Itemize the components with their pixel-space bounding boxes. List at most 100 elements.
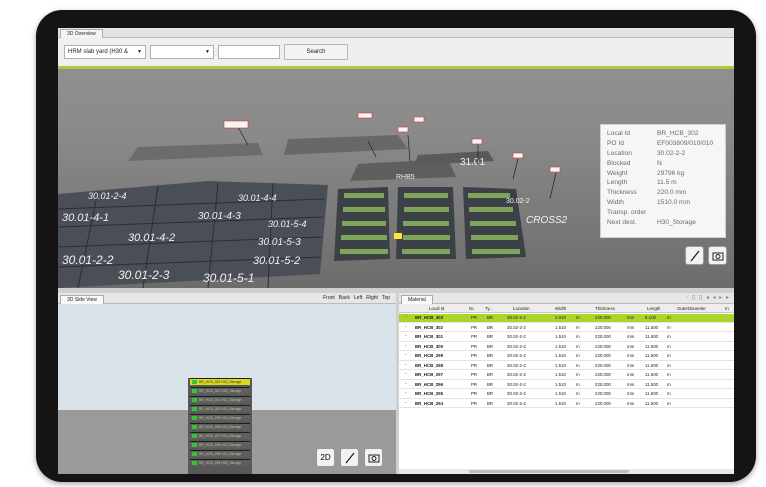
row-expander[interactable]: - bbox=[405, 381, 407, 388]
pager-controls[interactable]: ◦ ▯ ▯ ◂ ◂ ▸ ▸ bbox=[686, 294, 730, 303]
table-cell: 1.510 bbox=[555, 391, 566, 396]
horizontal-scrollbar[interactable] bbox=[399, 469, 734, 474]
table-cell: 11.500 bbox=[645, 353, 659, 358]
row-expander[interactable]: - bbox=[405, 333, 407, 340]
table-cell: PR bbox=[471, 315, 478, 320]
secondary-select[interactable]: ▼ bbox=[150, 45, 214, 59]
row-expander[interactable]: - bbox=[405, 314, 407, 321]
table-cell: BR bbox=[487, 372, 494, 377]
tab-3d-overview[interactable]: 3D Overview bbox=[60, 29, 103, 38]
table-cell: BR bbox=[487, 391, 494, 396]
view-top-button[interactable]: Top bbox=[382, 295, 390, 301]
column-header[interactable]: M.. bbox=[469, 304, 475, 313]
table-cell: 1.510 bbox=[555, 324, 566, 330]
camera-button[interactable] bbox=[708, 246, 727, 265]
stack-slab[interactable]: BR_HCB_295 H30_Storage bbox=[190, 450, 250, 457]
column-header[interactable]: Thickness bbox=[595, 304, 615, 313]
side-view-panel: 3D Side View Front Back Left Right Top BR_HC… bbox=[58, 293, 396, 474]
view-right-button[interactable]: Right bbox=[366, 295, 378, 301]
table-cell: 220.000 bbox=[595, 343, 611, 349]
info-row: Blocked N bbox=[607, 159, 662, 167]
table-cell: 1.510 bbox=[555, 353, 566, 358]
yard-select[interactable]: HRM slab yard (H30 & ▼ bbox=[64, 45, 146, 59]
brush-tool-button[interactable] bbox=[340, 448, 359, 467]
grid-label: 30.01-4-1 bbox=[62, 212, 109, 224]
table-cell: m bbox=[667, 381, 671, 387]
table-row[interactable]: - BR_HCB_295 PR BR 30.02-2-2 1.510 m 220.000 mm 1… bbox=[399, 390, 734, 399]
info-row: PO Id EF003809/010/010 bbox=[607, 139, 714, 147]
table-row[interactable]: - BR_HCB_303 PR BR 30.02-2-2 2.010 m 220.000 mm 8… bbox=[399, 314, 734, 323]
table-cell: 11.500 bbox=[645, 362, 659, 368]
view-left-button[interactable]: Left bbox=[354, 295, 362, 301]
column-header[interactable]: Location bbox=[513, 304, 530, 313]
row-expander[interactable]: - bbox=[405, 371, 407, 378]
toggle-2d-button[interactable]: 2D bbox=[316, 448, 335, 467]
info-row: Local Id BR_HCB_302 bbox=[607, 130, 699, 137]
row-expander[interactable]: - bbox=[405, 343, 407, 350]
search-button[interactable]: Search bbox=[284, 44, 348, 60]
row-expander[interactable]: - bbox=[405, 400, 407, 407]
table-cell: PR bbox=[471, 362, 478, 368]
table-cell: m bbox=[576, 400, 580, 406]
column-header[interactable]: Width bbox=[555, 304, 566, 313]
table-cell: BR bbox=[487, 353, 494, 358]
table-row[interactable]: - BR_HCB_297 PR BR 30.02-2-2 1.510 m 220.000 mm 1… bbox=[399, 371, 734, 380]
table-cell: m bbox=[576, 324, 580, 330]
overview-tabbar: 3D Overview bbox=[58, 28, 734, 38]
row-expander[interactable]: - bbox=[405, 352, 407, 359]
table-row[interactable]: - BR_HCB_299 PR BR 30.02-2-2 1.510 m 220.000 mm 1… bbox=[399, 352, 734, 361]
column-header[interactable]: Local Id bbox=[429, 304, 444, 313]
stack-slab[interactable]: BR_HCB_296 H30_Storage bbox=[190, 441, 250, 448]
row-expander[interactable]: - bbox=[405, 324, 407, 331]
stack-slab[interactable]: BR_HCB_302 H30_Storage bbox=[190, 387, 250, 394]
material-info-popup: Local Id BR_HCB_302 PO Id EF003809/010/010… bbox=[600, 124, 726, 238]
table-cell: mm bbox=[627, 315, 635, 320]
column-header[interactable]: In bbox=[725, 304, 729, 313]
table-row[interactable]: - BR_HCB_300 PR BR 30.02-2-2 1.510 m 220.000 mm 1… bbox=[399, 343, 734, 351]
info-row: Transp. order bbox=[607, 209, 647, 217]
brush-icon bbox=[344, 452, 355, 463]
grid-label: 30.01-2-2 bbox=[62, 253, 114, 267]
yard-3d-view[interactable]: 30.01-4-1 30.01-4-2 30.01-4-3 30.01-4-4 … bbox=[58, 69, 734, 288]
table-cell: mm bbox=[627, 324, 635, 330]
app-screen: 3D Overview HRM slab yard (H30 & ▼ ▼ Sea… bbox=[58, 28, 734, 474]
camera-button[interactable] bbox=[364, 448, 383, 467]
stack-slab[interactable]: BR_HCB_297 H30_Storage bbox=[190, 432, 250, 439]
table-cell: PR bbox=[471, 381, 478, 387]
row-expander[interactable]: - bbox=[405, 362, 407, 369]
column-header[interactable]: Length bbox=[647, 304, 660, 313]
selected-slab-marker bbox=[394, 233, 402, 239]
search-input[interactable] bbox=[218, 45, 280, 59]
slab-stack-side: BR_HCB_303 H30_Storage BR_HCB_302 H30_St… bbox=[188, 378, 252, 474]
row-expander[interactable]: - bbox=[405, 390, 407, 397]
table-cell: BR bbox=[487, 324, 494, 330]
stack-slab[interactable]: BR_HCB_300 H30_Storage bbox=[190, 405, 250, 412]
table-cell: PR bbox=[471, 372, 478, 377]
info-row: Thickness 220.0 mm bbox=[607, 189, 687, 197]
table-cell: 220.000 bbox=[595, 372, 611, 377]
grid-label: 30.01-5-1 bbox=[203, 271, 254, 285]
stack-slab[interactable]: BR_HCB_294 H30_Storage bbox=[190, 459, 250, 466]
brush-tool-button[interactable] bbox=[685, 246, 704, 265]
stack-slab[interactable]: BR_HCB_301 H30_Storage bbox=[190, 396, 250, 403]
view-back-button[interactable]: Back bbox=[339, 295, 350, 301]
table-cell: m bbox=[576, 315, 580, 320]
table-row[interactable]: - BR_HCB_302 PR BR 30.02-2-2 1.510 m 220.000 mm 1… bbox=[399, 324, 734, 332]
table-row[interactable]: - BR_HCB_301 PR BR 30.02-2-2 1.510 m 220.000 mm 1… bbox=[399, 333, 734, 342]
material-header: Material ◦ ▯ ▯ ◂ ◂ ▸ ▸ bbox=[399, 293, 734, 304]
grid-label: 30.01-2-4 bbox=[88, 191, 127, 201]
column-header[interactable]: Ty.. bbox=[485, 304, 492, 313]
grid-label: 30.01-4-2 bbox=[128, 232, 175, 244]
stack-slab[interactable]: BR_HCB_298 H30_Storage bbox=[190, 423, 250, 430]
tab-material[interactable]: Material bbox=[401, 295, 433, 304]
table-row[interactable]: - BR_HCB_294 PR BR 30.02-2-2 1.510 m 220.000 mm 1… bbox=[399, 400, 734, 408]
scrollbar-thumb[interactable] bbox=[469, 470, 629, 473]
table-row[interactable]: - BR_HCB_296 PR BR 30.02-2-2 1.510 m 220.000 mm 1… bbox=[399, 381, 734, 389]
table-row[interactable]: - BR_HCB_298 PR BR 30.02-2-2 1.510 m 220.000 mm 1… bbox=[399, 362, 734, 370]
tablet-frame: 3D Overview HRM slab yard (H30 & ▼ ▼ Sea… bbox=[36, 10, 756, 482]
stack-slab[interactable]: BR_HCB_303 H30_Storage bbox=[190, 378, 250, 385]
stack-slab[interactable]: BR_HCB_299 H30_Storage bbox=[190, 414, 250, 421]
view-front-button[interactable]: Front bbox=[323, 295, 335, 301]
column-header[interactable]: OuterDiameter bbox=[677, 304, 706, 313]
tab-3d-side-view[interactable]: 3D Side View bbox=[60, 295, 104, 304]
